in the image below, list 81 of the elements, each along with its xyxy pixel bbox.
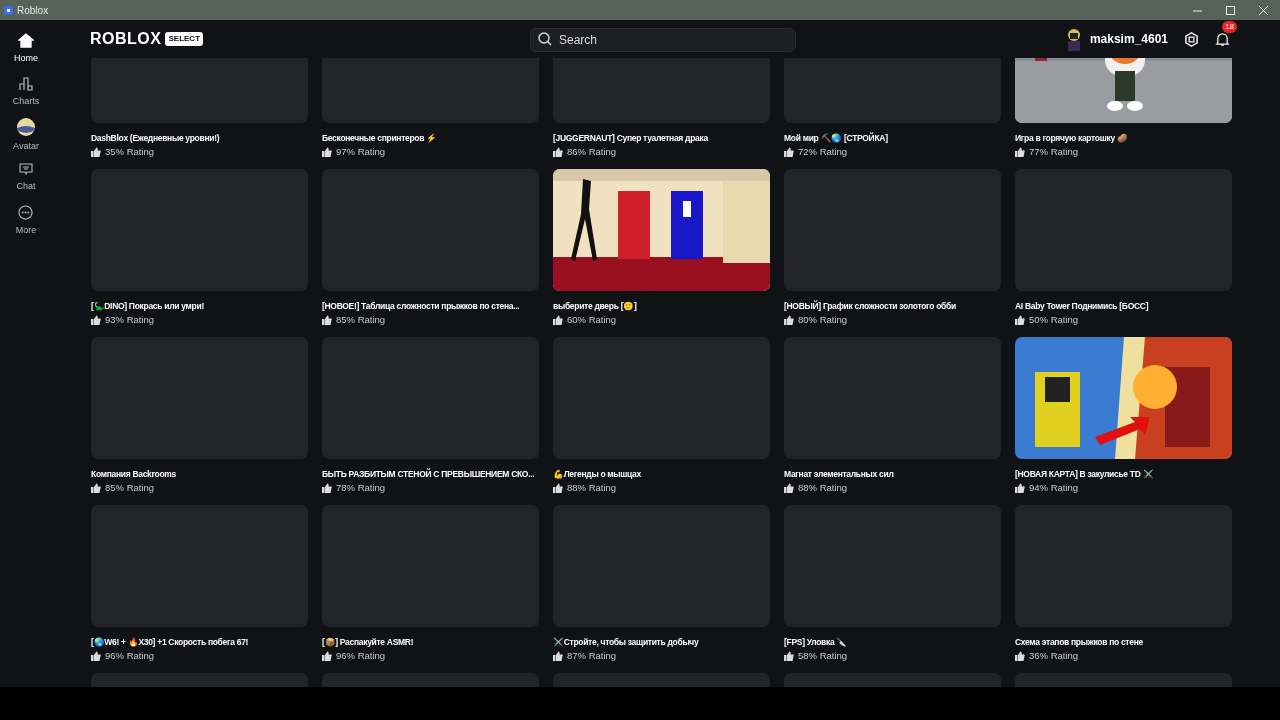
game-title[interactable]: БЫТЬ РАЗБИТЫМ СТЕНОЙ С ПРЕВЫШЕНИЕМ СКО... (322, 467, 539, 481)
logo-badge: SELECT (165, 32, 203, 46)
thumbs-up-icon (784, 147, 794, 157)
game-title[interactable]: ⚔Стройте, чтобы защитить добычу (553, 635, 770, 649)
rating: 72% Rating (798, 145, 848, 159)
game-title[interactable]: [FPS] Уловка 🔪 (784, 635, 1001, 649)
game-title[interactable]: Компания Backrooms (91, 467, 308, 481)
thumbs-up-icon (553, 483, 563, 493)
rating: 96% Rating (336, 649, 386, 663)
rating: 96% Rating (105, 649, 155, 663)
game-title[interactable]: [JUGGERNAUT] Супер туалетная драка (553, 131, 770, 145)
thumbs-up-icon (784, 651, 794, 661)
rating: 60% Rating (567, 313, 617, 327)
sidebar-item[interactable]: More (15, 200, 37, 243)
rating: 58% Rating (798, 649, 848, 663)
game-title[interactable]: [НОВЫЙ] График сложности золотого обби (784, 299, 1001, 313)
logo[interactable]: ROBLOX (90, 27, 162, 51)
thumbs-up-icon (322, 483, 332, 493)
thumbs-up-icon (784, 315, 794, 325)
rating: 97% Rating (336, 145, 386, 159)
thumbs-up-icon (91, 147, 101, 157)
bar-chart-icon (19, 76, 33, 91)
game-title[interactable]: DashBlox (Ежедневные уровни!) (91, 131, 308, 145)
notification-badge: 18 (1222, 21, 1237, 33)
game-title[interactable]: выберите дверь [🙂] (553, 299, 770, 313)
thumbs-up-icon (91, 483, 101, 493)
thumbs-up-icon (1015, 315, 1025, 325)
game-title[interactable]: [НОВАЯ КАРТА] В закулисье TD ⚔ (1015, 467, 1232, 481)
thumbs-up-icon (322, 315, 332, 325)
thumbs-up-icon (91, 315, 101, 325)
thumbs-up-icon (91, 651, 101, 661)
chat-icon (19, 163, 33, 177)
search-field[interactable]: Search (530, 27, 796, 52)
sidebar-item[interactable]: Home (14, 28, 38, 71)
home-icon (18, 33, 34, 49)
thumbs-up-icon (322, 147, 332, 157)
window-title: Roblox (17, 3, 49, 18)
game-title[interactable]: 💪Легенды о мышцах (553, 467, 770, 481)
avatar-icon (17, 117, 35, 136)
rating: 94% Rating (1029, 481, 1079, 495)
rating: 88% Rating (567, 481, 617, 495)
rating: 88% Rating (798, 481, 848, 495)
maximize-icon[interactable] (1226, 5, 1235, 15)
game-title[interactable]: Бесконечные спринтеров ⚡ (322, 131, 539, 145)
more-icon (18, 205, 34, 221)
rating: 85% Rating (105, 481, 155, 495)
game-title[interactable]: [НОВОЕ!] Таблица сложности прыжков по стена... (322, 299, 539, 313)
rating: 85% Rating (336, 313, 386, 327)
game-title[interactable]: [📦] Распакуйте ASMR! (322, 635, 539, 649)
thumbs-up-icon (1015, 651, 1025, 661)
rating: 78% Rating (336, 481, 386, 495)
rating: 36% Rating (1029, 649, 1079, 663)
game-title[interactable]: Схема этапов прыжков по стене (1015, 635, 1232, 649)
rating: 93% Rating (105, 313, 155, 327)
sidebar-item[interactable]: Chat (16, 157, 36, 200)
app-icon (4, 5, 13, 15)
thumbs-up-icon (1015, 147, 1025, 157)
game-title[interactable]: Магнат элементальных сил (784, 467, 1001, 481)
notification-icon[interactable] (1215, 32, 1230, 48)
game-title[interactable]: [🌏W6! + 🔥X30] +1 Скорость побега 67! (91, 635, 308, 649)
thumbs-up-icon (784, 483, 794, 493)
rating: 35% Rating (105, 145, 155, 159)
sidebar-item[interactable]: Avatar (13, 114, 39, 157)
thumbs-up-icon (553, 315, 563, 325)
thumbs-up-icon (553, 147, 563, 157)
game-title[interactable]: [🦕DINO] Покрась или умри! (91, 299, 308, 313)
rating: 86% Rating (567, 145, 617, 159)
game-title[interactable]: Мой мир ⛏🌏 [СТРОЙКА] (784, 131, 1001, 145)
thumbs-up-icon (1015, 483, 1025, 493)
rating: 50% Rating (1029, 313, 1079, 327)
robux-icon[interactable] (1184, 31, 1199, 47)
close-icon[interactable] (1259, 5, 1268, 15)
username[interactable]: maksim_4601 (1089, 30, 1168, 48)
game-title[interactable]: Игра в горячую картошку 🥔 (1015, 131, 1232, 145)
thumbs-up-icon (553, 651, 563, 661)
rating: 77% Rating (1029, 145, 1079, 159)
rating: 80% Rating (798, 313, 848, 327)
rating: 87% Rating (567, 649, 617, 663)
thumbs-up-icon (322, 651, 332, 661)
game-title[interactable]: AI Baby Tower Поднимись [БОСС] (1015, 299, 1232, 313)
sidebar-item[interactable]: Charts (12, 71, 40, 114)
